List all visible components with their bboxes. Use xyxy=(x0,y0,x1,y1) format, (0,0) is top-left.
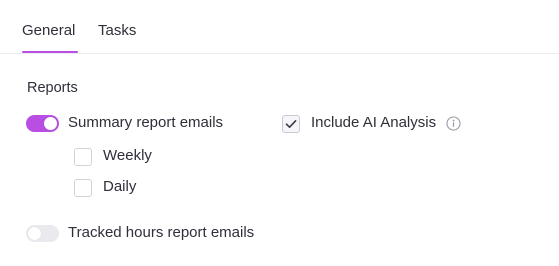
toggle-knob xyxy=(28,227,41,240)
daily-label: Daily xyxy=(103,178,137,195)
tab-bar: General Tasks xyxy=(0,0,559,54)
info-icon[interactable] xyxy=(446,116,461,131)
summary-report-toggle[interactable] xyxy=(26,115,59,132)
reports-section-title: Reports xyxy=(27,80,78,96)
tab-tasks[interactable]: Tasks xyxy=(98,22,136,39)
checkmark-icon xyxy=(285,120,297,128)
active-tab-indicator xyxy=(22,51,78,53)
summary-report-label: Summary report emails xyxy=(68,114,224,131)
tracked-hours-toggle[interactable] xyxy=(26,225,59,242)
tab-general[interactable]: General xyxy=(22,22,75,39)
include-ai-label: Include AI Analysis xyxy=(311,114,437,131)
weekly-checkbox[interactable] xyxy=(74,148,92,166)
weekly-label: Weekly xyxy=(103,147,152,164)
tracked-hours-label: Tracked hours report emails xyxy=(68,224,255,241)
include-ai-checkbox[interactable] xyxy=(282,115,300,133)
toggle-knob xyxy=(44,117,57,130)
daily-checkbox[interactable] xyxy=(74,179,92,197)
